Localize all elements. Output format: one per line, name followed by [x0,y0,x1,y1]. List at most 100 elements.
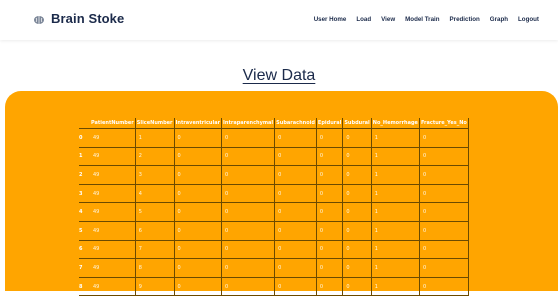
table-cell: 1 [371,221,420,241]
table-cell: 49 [90,221,136,241]
table-cell: 0 [342,184,372,204]
table-cell: 0 [342,277,372,296]
row-index: 3 [79,184,90,204]
table-row: 8 49 9 0 0 0 0 0 1 0 [79,277,469,296]
table-cell: 0 [274,258,317,278]
nav-graph[interactable]: Graph [490,16,508,23]
table-cell: 0 [316,128,344,148]
table-cell: 0 [316,277,344,296]
table-cell: 0 [221,184,276,204]
table-cell: 49 [90,258,136,278]
table-cell: 0 [342,128,372,148]
table-cell: 0 [274,165,317,185]
table-cell: 5 [135,202,175,222]
table-cell: 0 [174,147,223,167]
top-navbar: Brain Stoke User Home Load View Model Tr… [0,0,558,40]
table-cell: 0 [274,184,317,204]
data-table-container: PatientNumber SliceNumber Intraventricul… [79,118,469,296]
table-body: 0 49 1 0 0 0 0 0 1 0 1 49 2 0 0 0 0 0 1 0 2 49 3 0 0 0 0 0 1 0 3 49 4 0 0 0… [79,128,469,296]
table-cell: 0 [316,202,344,222]
table-cell: 49 [90,184,136,204]
data-table: PatientNumber SliceNumber Intraventricul… [79,118,469,296]
table-cell: 0 [419,128,469,148]
table-cell: 0 [274,277,317,296]
table-cell: 0 [342,202,372,222]
table-cell: 0 [174,240,223,260]
table-cell: 49 [90,240,136,260]
table-cell: 0 [342,240,372,260]
table-cell: 1 [371,240,420,260]
table-cell: 0 [316,240,344,260]
table-cell: 0 [316,258,344,278]
table-cell: 0 [221,258,276,278]
table-cell: 3 [135,165,175,185]
table-row: 6 49 7 0 0 0 0 0 1 0 [79,240,469,260]
table-cell: 1 [371,128,420,148]
table-cell: 0 [221,277,276,296]
nav-user-home[interactable]: User Home [314,16,347,23]
table-row: 1 49 2 0 0 0 0 0 1 0 [79,147,469,167]
table-cell: 7 [135,240,175,260]
table-cell: 0 [221,128,276,148]
table-cell: 0 [419,221,469,241]
nav-logout[interactable]: Logout [518,16,539,23]
table-cell: 0 [316,147,344,167]
nav-prediction[interactable]: Prediction [450,16,480,23]
table-cell: 0 [274,202,317,222]
table-cell: 1 [371,165,420,185]
table-row: 0 49 1 0 0 0 0 0 1 0 [79,128,469,148]
table-cell: 1 [371,202,420,222]
row-index: 4 [79,202,90,222]
table-cell: 49 [90,128,136,148]
table-cell: 9 [135,277,175,296]
table-cell: 8 [135,258,175,278]
table-cell: 0 [316,221,344,241]
table-cell: 0 [419,147,469,167]
table-cell: 0 [174,165,223,185]
main-nav: User Home Load View Model Train Predicti… [314,16,539,23]
page-title: View Data [242,67,316,84]
row-index: 8 [79,277,90,296]
table-cell: 0 [174,277,223,296]
row-index: 7 [79,258,90,278]
nav-model-train[interactable]: Model Train [405,16,439,23]
table-cell: 1 [371,258,420,278]
table-cell: 0 [342,165,372,185]
row-index: 6 [79,240,90,260]
column-header: No_Hemorrhage [371,118,420,129]
table-cell: 0 [274,221,317,241]
table-cell: 0 [221,147,276,167]
table-cell: 0 [419,184,469,204]
nav-load[interactable]: Load [356,16,371,23]
table-cell: 1 [371,147,420,167]
table-row: 7 49 8 0 0 0 0 0 1 0 [79,258,469,278]
table-row: 2 49 3 0 0 0 0 0 1 0 [79,165,469,185]
row-index: 2 [79,165,90,185]
table-cell: 0 [419,258,469,278]
table-cell: 0 [316,165,344,185]
column-header: Subarachnoid [274,118,317,129]
table-cell: 0 [221,240,276,260]
table-cell: 49 [90,147,136,167]
table-cell: 0 [174,258,223,278]
column-header: Subdural [342,118,372,129]
table-cell: 49 [90,165,136,185]
column-header: Epidural [316,118,344,129]
brand-logo[interactable]: Brain Stoke [33,11,124,26]
nav-view[interactable]: View [381,16,395,23]
column-header: PatientNumber [90,118,136,129]
table-cell: 0 [342,258,372,278]
table-cell: 1 [135,128,175,148]
table-header-row: PatientNumber SliceNumber Intraventricul… [79,118,469,129]
brand-name: Brain Stoke [51,11,125,26]
row-index: 0 [79,128,90,148]
table-cell: 0 [419,165,469,185]
table-cell: 49 [90,277,136,296]
table-cell: 0 [316,184,344,204]
table-cell: 0 [274,240,317,260]
column-header: Fracture_Yes_No [419,118,469,129]
index-column-header [79,118,90,129]
table-cell: 2 [135,147,175,167]
table-cell: 49 [90,202,136,222]
table-cell: 0 [174,221,223,241]
